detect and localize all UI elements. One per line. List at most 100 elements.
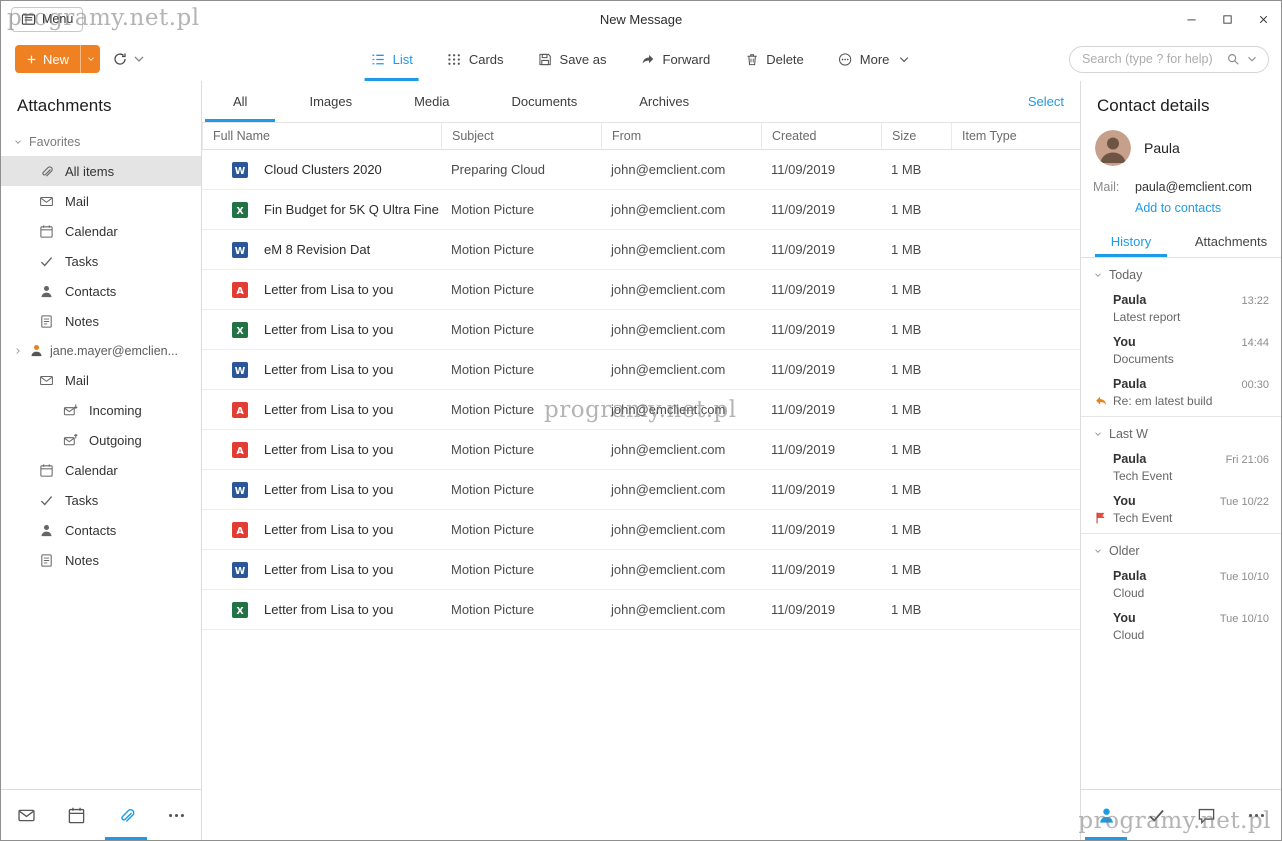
cell-created: 11/09/2019 (761, 562, 881, 577)
table-row[interactable]: Letter from Lisa to you Motion Picture j… (202, 590, 1080, 630)
history-sender: You (1113, 494, 1136, 508)
menu-button[interactable]: Menu (11, 7, 83, 32)
new-button[interactable]: New (15, 45, 80, 73)
sidebar-item[interactable]: Contacts (1, 515, 201, 545)
bottom-right-nav (1081, 789, 1281, 840)
bottom-nav-item[interactable] (101, 790, 151, 840)
toolbar-action[interactable]: More (829, 37, 921, 81)
bottom-nav-item[interactable] (1231, 790, 1281, 840)
contact-tabs: History Attachments (1081, 225, 1281, 258)
filter-tab[interactable]: Archives (608, 81, 720, 122)
column-header[interactable]: Full Name (202, 123, 441, 149)
history-group-header[interactable]: Older (1081, 534, 1281, 562)
history-entry[interactable]: Paula 00:30 Re: em latest build (1081, 370, 1281, 412)
bottom-nav-item[interactable] (1131, 790, 1181, 840)
history-entry[interactable]: Paula 13:22 Latest report (1081, 286, 1281, 328)
table-row[interactable]: Letter from Lisa to you Motion Picture j… (202, 390, 1080, 430)
search-input[interactable] (1082, 52, 1221, 66)
filter-tab[interactable]: Documents (481, 81, 609, 122)
table-row[interactable]: Letter from Lisa to you Motion Picture j… (202, 350, 1080, 390)
sidebar-item[interactable]: Tasks (1, 246, 201, 276)
table-row[interactable]: Letter from Lisa to you Motion Picture j… (202, 430, 1080, 470)
toolbar-action[interactable]: Delete (735, 37, 813, 81)
maximize-button[interactable] (1209, 1, 1245, 37)
cell-subject: Motion Picture (441, 602, 601, 617)
sidebar-item[interactable]: Calendar (1, 455, 201, 485)
word-file-icon (232, 562, 248, 578)
toolbar-action[interactable]: Cards (438, 37, 513, 81)
sidebar-item[interactable]: Incoming (1, 395, 201, 425)
history-time: 00:30 (1241, 379, 1269, 391)
history-entry[interactable]: You Tue 10/22 Tech Event (1081, 487, 1281, 529)
history-text-row: Tech Event (1113, 511, 1269, 525)
table-row[interactable]: Letter from Lisa to you Motion Picture j… (202, 310, 1080, 350)
excel-file-icon (232, 202, 248, 218)
new-button-group: New (15, 45, 100, 73)
history-group-header[interactable]: Today (1081, 258, 1281, 286)
sidebar-item[interactable]: Notes (1, 545, 201, 575)
history-group-label: Today (1109, 268, 1142, 282)
contact-tab[interactable]: Attachments (1181, 225, 1281, 257)
toolbar-action[interactable]: List (362, 37, 422, 81)
search-icon[interactable] (1226, 52, 1240, 66)
history-entry-top: Paula 00:30 (1113, 377, 1269, 391)
minimize-button[interactable] (1173, 1, 1209, 37)
cell-size: 1 MB (881, 322, 951, 337)
bottom-nav-item[interactable] (51, 790, 101, 840)
contact-tab[interactable]: History (1081, 225, 1181, 257)
table-row[interactable]: Letter from Lisa to you Motion Picture j… (202, 470, 1080, 510)
refresh-button[interactable] (112, 51, 147, 67)
sidebar-group-header-account[interactable]: jane.mayer@emclien... (1, 336, 201, 365)
toolbar-action[interactable]: Forward (632, 37, 720, 81)
table-row[interactable]: Fin Budget for 5K Q Ultra Fine Motion Pi… (202, 190, 1080, 230)
sidebar-item[interactable]: All items (1, 156, 201, 186)
add-to-contacts-link[interactable]: Add to contacts (1135, 201, 1221, 215)
column-header[interactable]: From (601, 123, 761, 149)
history-entry[interactable]: You Tue 10/10 Cloud (1081, 604, 1281, 646)
sidebar-item[interactable]: Contacts (1, 276, 201, 306)
cell-size: 1 MB (881, 602, 951, 617)
new-dropdown-button[interactable] (80, 45, 100, 73)
history-group-header[interactable]: Last W (1081, 417, 1281, 445)
toolbar-action[interactable]: Save as (529, 37, 616, 81)
file-icon-cell (202, 562, 260, 578)
filter-tab[interactable]: Images (278, 81, 383, 122)
bottom-nav-item[interactable] (1, 790, 51, 840)
history-text: Documents (1113, 352, 1174, 366)
account-items: Mail Incoming Outgoing (1, 365, 201, 575)
sidebar-item[interactable]: Calendar (1, 216, 201, 246)
cell-from: john@emclient.com (601, 562, 761, 577)
filter-tab[interactable]: All (202, 81, 278, 122)
column-header[interactable]: Item Type (951, 123, 1080, 149)
sidebar-item[interactable]: Mail (1, 365, 201, 395)
history-entry[interactable]: Paula Tue 10/10 Cloud (1081, 562, 1281, 604)
sidebar-item[interactable]: Outgoing (1, 425, 201, 455)
column-header[interactable]: Subject (441, 123, 601, 149)
filter-tab-label: Images (309, 94, 352, 109)
cell-created: 11/09/2019 (761, 202, 881, 217)
table-row[interactable]: Letter from Lisa to you Motion Picture j… (202, 270, 1080, 310)
sidebar-item[interactable]: Mail (1, 186, 201, 216)
sidebar-item[interactable]: Tasks (1, 485, 201, 515)
column-header[interactable]: Size (881, 123, 951, 149)
table-row[interactable]: Letter from Lisa to you Motion Picture j… (202, 510, 1080, 550)
sidebar-item[interactable]: Notes (1, 306, 201, 336)
chevron-down-icon[interactable] (1245, 52, 1259, 66)
history-entry[interactable]: Paula Fri 21:06 Tech Event (1081, 445, 1281, 487)
bottom-nav-item[interactable] (1081, 790, 1131, 840)
bottom-nav-item[interactable] (151, 790, 201, 840)
cell-full-name: Letter from Lisa to you (260, 602, 441, 617)
history-time: 14:44 (1241, 337, 1269, 349)
filter-tab[interactable]: Media (383, 81, 480, 122)
column-header[interactable]: Created (761, 123, 881, 149)
history-entry[interactable]: You 14:44 Documents (1081, 328, 1281, 370)
close-button[interactable] (1245, 1, 1281, 37)
table-row[interactable]: Cloud Clusters 2020 Preparing Cloud john… (202, 150, 1080, 190)
paperclip-icon (117, 806, 136, 825)
table-row[interactable]: eM 8 Revision Dat Motion Picture john@em… (202, 230, 1080, 270)
table-row[interactable]: Letter from Lisa to you Motion Picture j… (202, 550, 1080, 590)
bottom-nav-item[interactable] (1181, 790, 1231, 840)
sidebar-group-header-favorites[interactable]: Favorites (1, 128, 201, 156)
select-link[interactable]: Select (1028, 94, 1080, 109)
history-sender: Paula (1113, 377, 1146, 391)
